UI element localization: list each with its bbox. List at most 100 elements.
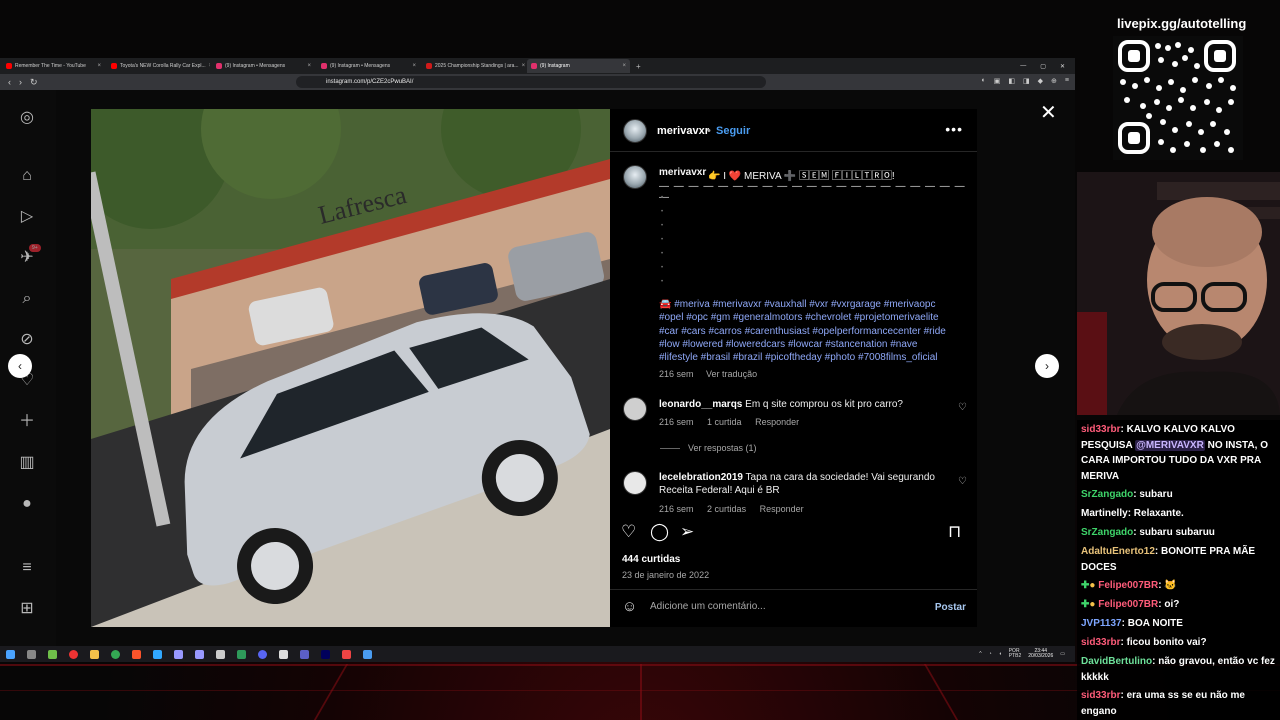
reply-link[interactable]: Responder xyxy=(760,504,804,514)
follow-button[interactable]: Seguir xyxy=(716,125,750,137)
volume-icon[interactable]: ◖ xyxy=(999,651,1002,657)
app-icon[interactable] xyxy=(237,649,246,659)
tab[interactable]: (9) Instagram • Mensagens × xyxy=(212,59,315,73)
close-tab-icon[interactable]: × xyxy=(97,63,101,69)
extension-icon[interactable]: ◆ xyxy=(1038,77,1043,85)
app-icon[interactable] xyxy=(216,649,225,659)
tab[interactable]: (9) Instagram • Mensagens × xyxy=(317,59,420,73)
tab-label: (9) Instagram • Mensagens xyxy=(225,63,286,69)
reply-link[interactable]: Responder xyxy=(755,417,799,427)
likes-count[interactable]: 444 curtidas xyxy=(622,554,680,565)
next-post-button[interactable]: › xyxy=(1035,354,1059,378)
comment-icon[interactable]: ◯ xyxy=(650,522,669,542)
close-tab-icon[interactable]: × xyxy=(622,63,626,69)
comment-like-icon[interactable]: ♡ xyxy=(958,402,967,413)
comment-like-icon[interactable]: ♡ xyxy=(958,476,967,487)
post-date: 23 de janeiro de 2022 xyxy=(622,570,710,580)
forward-icon[interactable]: › xyxy=(19,77,22,87)
language-indicator[interactable]: POR PTB2 xyxy=(1009,649,1022,659)
file-explorer-icon[interactable] xyxy=(90,649,99,659)
menu-icon[interactable]: ≡ xyxy=(1065,77,1069,85)
reels-icon[interactable]: ▷ xyxy=(17,207,37,227)
close-window-icon[interactable]: ✕ xyxy=(1060,63,1065,70)
dashboard-icon[interactable]: ▥ xyxy=(17,453,37,473)
close-tab-icon[interactable]: × xyxy=(209,63,210,69)
app-icon[interactable] xyxy=(279,649,288,659)
translate-link[interactable]: Ver tradução xyxy=(706,369,757,379)
save-icon[interactable]: ⊓ xyxy=(948,522,961,542)
app-icon[interactable] xyxy=(48,649,57,659)
previous-post-button[interactable]: ‹ xyxy=(8,354,32,378)
user-avatar[interactable] xyxy=(623,119,647,143)
close-tab-icon[interactable]: × xyxy=(307,63,311,69)
commenter-avatar[interactable] xyxy=(623,397,647,421)
comment-username[interactable]: lecelebration2019 xyxy=(659,472,743,483)
url-field[interactable]: instagram.com/p/CZE2cPwuBAI/ xyxy=(296,76,766,88)
tray-arrow-icon[interactable]: ^ xyxy=(979,651,981,657)
discord-icon[interactable] xyxy=(258,649,267,659)
comment-username[interactable]: leonardo__marqs xyxy=(659,399,742,410)
app-icon[interactable] xyxy=(342,649,351,659)
tab[interactable]: Remember The Time - YouTube × xyxy=(2,59,105,73)
caption-text: 👉 I ❤️ MERIVA ➕ 🅂🄴🄼 🄵🄸🄻🅃🅁🄾! xyxy=(708,171,895,182)
caption-avatar[interactable] xyxy=(623,165,647,189)
profile-avatar-icon[interactable]: ● xyxy=(17,494,37,514)
tab[interactable]: Toyota's NEW Corolla Rally Car Expl...× xyxy=(107,59,210,73)
tab-active[interactable]: (9) Instagram × xyxy=(527,59,630,73)
photoshop-icon[interactable] xyxy=(153,649,162,659)
tab[interactable]: 2025 Championship Standings | ara... × xyxy=(422,59,525,73)
caption-username[interactable]: merivavxr xyxy=(659,167,706,178)
floor-line xyxy=(313,664,349,720)
close-tab-icon[interactable]: × xyxy=(522,63,525,69)
windows-start-icon[interactable] xyxy=(6,649,15,659)
view-replies[interactable]: Ver respostas (1) xyxy=(660,443,757,453)
threads-icon[interactable]: ⊞ xyxy=(17,599,37,619)
more-menu-icon[interactable]: ≡ xyxy=(17,558,37,578)
emoji-icon[interactable]: ☺ xyxy=(622,598,637,615)
commenter-avatar[interactable] xyxy=(623,471,647,495)
instagram-logo-icon[interactable]: ◎ xyxy=(17,108,37,128)
create-icon[interactable]: ＋ xyxy=(17,412,37,432)
extension-icon[interactable]: ⊕ xyxy=(1051,77,1057,85)
search-icon[interactable]: ⌕ xyxy=(17,289,37,309)
share-icon[interactable]: ➢ xyxy=(680,522,694,542)
audition-icon[interactable] xyxy=(321,649,330,659)
extension-icon[interactable]: ◐ xyxy=(982,77,986,85)
comment-likes[interactable]: 2 curtidas xyxy=(707,504,746,514)
media-encoder-icon[interactable] xyxy=(195,649,204,659)
notification-icon[interactable]: ▭ xyxy=(1060,651,1065,657)
reload-icon[interactable]: ↻ xyxy=(30,77,38,88)
premiere-icon[interactable] xyxy=(174,649,183,659)
new-tab-icon[interactable]: + xyxy=(636,62,641,71)
car-photo-illustration: Lafresca xyxy=(91,109,610,627)
network-icon[interactable]: ◔ xyxy=(989,651,992,657)
post-comment-button[interactable]: Postar xyxy=(935,602,966,613)
explore-icon[interactable]: ⊘ xyxy=(17,330,37,350)
extension-icon[interactable]: ◧ xyxy=(1008,77,1015,85)
brave-icon[interactable] xyxy=(132,649,141,659)
chat-text: : subaru xyxy=(1133,489,1173,500)
app-icon[interactable] xyxy=(69,649,78,659)
comment-likes[interactable]: 1 curtida xyxy=(707,417,742,427)
chat-text: : subaru subaruu xyxy=(1133,527,1215,538)
more-options-icon[interactable]: ••• xyxy=(945,121,963,137)
app-icon[interactable] xyxy=(363,649,372,659)
like-icon[interactable]: ♡ xyxy=(621,522,636,542)
maximize-icon[interactable]: ▢ xyxy=(1040,63,1046,70)
app-icon[interactable] xyxy=(300,649,309,659)
minimize-icon[interactable]: — xyxy=(1020,63,1026,70)
home-icon[interactable]: ⌂ xyxy=(17,166,37,186)
close-modal-icon[interactable]: ✕ xyxy=(1040,100,1057,125)
chrome-icon[interactable] xyxy=(111,649,120,659)
task-view-icon[interactable] xyxy=(27,649,36,659)
extension-icon[interactable]: ◨ xyxy=(1023,77,1030,85)
clock[interactable]: 23:44 20/03/2026 xyxy=(1028,649,1053,659)
comment-input[interactable] xyxy=(650,601,920,612)
caption-hashtags[interactable]: 🚘 #meriva #merivavxr #vauxhall #vxr #vxr… xyxy=(659,298,959,364)
back-icon[interactable]: ‹ xyxy=(8,77,11,87)
taskbar: ^ ◔ ◖ POR PTB2 23:44 20/03/2026 ▭ xyxy=(0,646,1075,662)
post-username[interactable]: merivavxr xyxy=(657,125,709,137)
sidebar-icon[interactable]: ▣ xyxy=(994,77,1001,85)
post-details-panel: merivavxr • Seguir ••• merivavxr 👉 I ❤️ … xyxy=(610,109,977,627)
close-tab-icon[interactable]: × xyxy=(412,63,416,69)
